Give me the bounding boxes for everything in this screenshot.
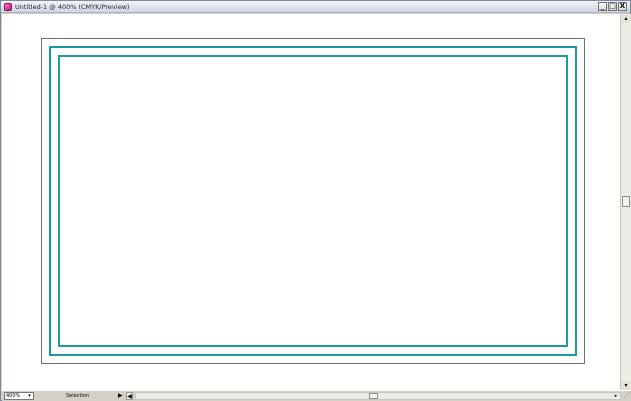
status-display-select[interactable]: Selection ▶ (66, 392, 128, 400)
vertical-scrollbar[interactable]: ▴ ▾ (620, 14, 631, 390)
scroll-down-arrow-icon[interactable]: ▾ (621, 381, 631, 390)
horizontal-scroll-thumb[interactable] (369, 393, 378, 399)
vertical-scroll-thumb[interactable] (622, 196, 630, 207)
maximize-button[interactable]: □ (608, 2, 617, 11)
scroll-left-arrow-icon[interactable]: ◀ (126, 392, 133, 400)
title-bar[interactable]: Untitled-1 @ 400% (CMYK/Preview) _ □ X (1, 1, 630, 13)
horizontal-scrollbar[interactable]: ▸ (135, 392, 621, 400)
minimize-button[interactable]: _ (598, 2, 607, 11)
zoom-level-field[interactable]: 400% ▾ (4, 392, 34, 400)
app-icon (4, 3, 12, 11)
status-tool-label: Selection (66, 393, 90, 399)
window-controls: _ □ X (598, 2, 627, 11)
status-menu-arrow-icon[interactable]: ▶ (118, 392, 123, 400)
document-canvas[interactable] (2, 14, 620, 390)
resize-grip-icon[interactable]: ⋰ (622, 392, 631, 400)
status-bar: 400% ▾ Selection ▶ ◀ ▸ ⋰ (2, 390, 631, 401)
inner-frame-rectangle[interactable] (58, 55, 568, 347)
document-window: Untitled-1 @ 400% (CMYK/Preview) _ □ X ▴… (0, 0, 631, 401)
zoom-level-value: 400% (6, 393, 21, 399)
close-button[interactable]: X (618, 2, 627, 11)
zoom-dropdown-icon[interactable]: ▾ (26, 393, 33, 399)
scroll-up-arrow-icon[interactable]: ▴ (621, 14, 631, 23)
artboard[interactable] (41, 38, 585, 364)
scroll-right-arrow-icon[interactable]: ▸ (612, 393, 620, 399)
window-title: Untitled-1 @ 400% (CMYK/Preview) (15, 3, 130, 11)
